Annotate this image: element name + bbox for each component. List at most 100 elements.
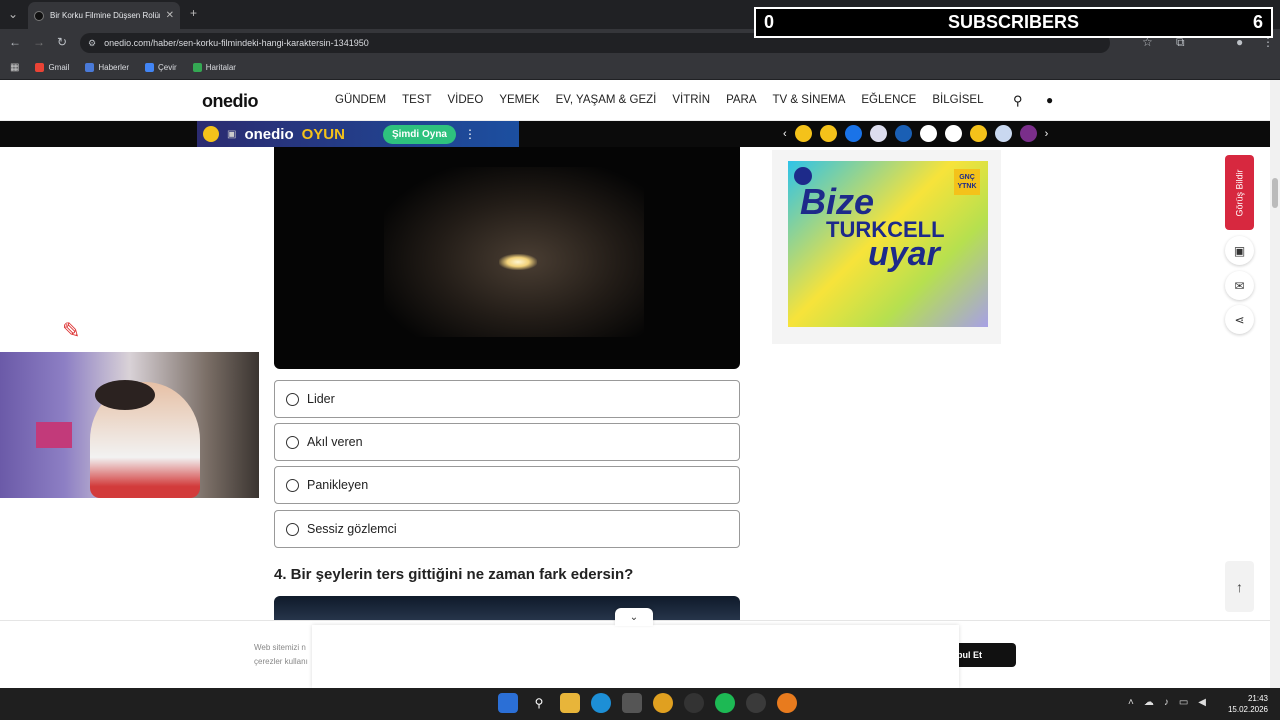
close-tab-icon[interactable]: ✕ — [166, 10, 174, 21]
pencil-logo-icon: ✎ — [62, 318, 81, 343]
back-icon[interactable]: ← — [9, 35, 21, 49]
answer-label: Panikleyen — [307, 478, 369, 492]
volume-icon[interactable]: ◀ — [1198, 697, 1206, 708]
menu-item-eglence[interactable]: EĞLENCE — [861, 94, 916, 106]
share-icon[interactable]: ⋖ — [1225, 305, 1254, 334]
badge-icon[interactable] — [894, 125, 912, 142]
browser-tab[interactable]: Bir Korku Filmine Düşsen Rolün ✕ — [28, 2, 180, 29]
play-now-button[interactable]: Şimdi Oyna — [382, 124, 456, 144]
edge-icon[interactable] — [591, 693, 611, 713]
answer-option[interactable]: Lider — [274, 380, 740, 418]
feedback-label: Görüş Bildir — [1234, 168, 1245, 217]
badge-icon[interactable] — [994, 125, 1012, 142]
microphone-icon[interactable]: ♪ — [1164, 697, 1169, 708]
search-icon[interactable]: ⚲ — [529, 693, 549, 713]
game-banner[interactable]: ▣ onedio OYUN Şimdi Oyna ⋮ — [197, 121, 519, 147]
chevron-down-icon[interactable]: ⌄ — [615, 608, 653, 626]
network-icon[interactable]: ▭ — [1179, 697, 1188, 708]
sticky-ad — [312, 625, 959, 688]
game-banner-logo: onedio — [244, 125, 294, 143]
bookmark-haberler[interactable]: Haberler — [85, 63, 129, 72]
question-title: 4. Bir şeylerin ters gittiğini ne zaman … — [274, 566, 634, 583]
store-icon[interactable] — [622, 693, 642, 713]
chrome-icon[interactable] — [653, 693, 673, 713]
menu-item-tv-sinema[interactable]: TV & SİNEMA — [773, 94, 846, 106]
reload-icon[interactable]: ↻ — [57, 35, 67, 49]
menu-item-yemek[interactable]: YEMEK — [499, 94, 539, 106]
subscriber-count-right: 6 — [1252, 12, 1263, 32]
game-banner-oyun: OYUN — [301, 125, 345, 143]
subscriber-label: SUBSCRIBERS — [947, 12, 1080, 32]
menu-item-gundem[interactable]: GÜNDEM — [335, 94, 386, 106]
bookmark-gmail[interactable]: Gmail — [35, 63, 69, 72]
radio-icon[interactable] — [286, 522, 299, 536]
bookmark-cevir[interactable]: Çevir — [145, 63, 177, 72]
emoji-icon[interactable] — [969, 125, 987, 142]
radio-icon[interactable] — [286, 392, 299, 406]
turkcell-ad[interactable]: GNÇ YTNK Bize TURKCELL uyar — [788, 161, 988, 327]
url-text: onedio.com/haber/sen-korku-filmindeki-ha… — [104, 38, 369, 48]
badge-icon[interactable] — [869, 125, 887, 142]
answer-label: Sessiz gözlemci — [307, 522, 397, 536]
answer-option[interactable]: Akıl veren — [274, 423, 740, 461]
menu-item-video[interactable]: VİDEO — [448, 94, 484, 106]
main-menu: GÜNDEM TEST VİDEO YEMEK EV, YAŞAM & GEZİ… — [335, 94, 984, 106]
apps-icon[interactable]: ▦ — [10, 62, 19, 73]
scrollbar-thumb[interactable] — [1272, 178, 1278, 208]
clock-date: 15.02.2026 — [1227, 705, 1268, 714]
new-tab-button[interactable]: + — [190, 6, 197, 20]
menu-item-test[interactable]: TEST — [402, 94, 431, 106]
quiz-image — [274, 147, 740, 369]
ad-line-3: uyar — [868, 235, 940, 273]
forward-icon[interactable]: → — [33, 35, 45, 49]
clock-time: 21:43 — [1247, 694, 1268, 703]
badge-icon[interactable] — [844, 125, 862, 142]
site-info-icon[interactable]: ⚙ — [88, 38, 96, 49]
menu-item-ev-yasam-gezi[interactable]: EV, YAŞAM & GEZİ — [556, 94, 657, 106]
scrollbar[interactable] — [1270, 80, 1280, 688]
comments-icon[interactable]: ✉ — [1225, 271, 1254, 300]
bookmark-haritalar[interactable]: Haritalar — [192, 63, 236, 72]
gamepad-icon: ▣ — [227, 128, 237, 140]
badge-icon[interactable] — [919, 125, 937, 142]
file-explorer-icon[interactable] — [560, 693, 580, 713]
tray-expand-icon[interactable]: ˄ — [1128, 697, 1134, 708]
radio-icon[interactable] — [286, 478, 299, 492]
app-icon[interactable] — [777, 693, 797, 713]
feedback-button[interactable]: Görüş Bildir — [1225, 155, 1254, 230]
badge-icon[interactable] — [944, 125, 962, 142]
taskbar-clock[interactable]: 21:43 15.02.2026 — [1226, 693, 1268, 715]
tab-search-icon[interactable]: ⌄ — [8, 7, 18, 21]
ad-badge: GNÇ YTNK — [954, 169, 980, 195]
chrome-active-icon[interactable] — [746, 693, 766, 713]
bookmark-add-icon[interactable]: ▣ — [1225, 236, 1254, 265]
windows-start-icon[interactable] — [498, 693, 518, 713]
onedio-logo[interactable]: onedio — [202, 91, 259, 112]
badge-icon[interactable] — [1019, 125, 1037, 142]
answer-option[interactable]: Sessiz gözlemci — [274, 510, 740, 548]
search-icon[interactable]: ⚲ — [1013, 93, 1023, 109]
favicon-icon — [34, 10, 44, 21]
reaction-carousel: ‹ › — [783, 125, 1048, 142]
subscriber-count-left: 0 — [764, 12, 775, 32]
radio-icon[interactable] — [286, 435, 299, 449]
emoji-sad-icon[interactable] — [794, 125, 812, 142]
menu-item-bilgisel[interactable]: BİLGİSEL — [932, 94, 983, 106]
cloud-icon[interactable]: ☁ — [1144, 697, 1154, 708]
menu-item-para[interactable]: PARA — [726, 94, 756, 106]
more-dots-icon[interactable]: ⋮ — [464, 127, 476, 141]
subscriber-counter-overlay: 0 SUBSCRIBERS 6 — [754, 7, 1273, 38]
spotify-icon[interactable] — [715, 693, 735, 713]
menu-item-vitrin[interactable]: VİTRİN — [672, 94, 710, 106]
carousel-prev-icon[interactable]: ‹ — [783, 128, 787, 140]
carousel-next-icon[interactable]: › — [1045, 128, 1049, 140]
scroll-to-top-button[interactable]: ↑ — [1225, 561, 1254, 612]
system-tray: ˄ ☁ ♪ ▭ ◀ — [1128, 697, 1206, 708]
smiley-icon — [203, 126, 219, 142]
obs-icon[interactable] — [684, 693, 704, 713]
answer-option[interactable]: Panikleyen — [274, 466, 740, 504]
emoji-happy-icon[interactable] — [819, 125, 837, 142]
webcam-overlay — [0, 352, 259, 498]
answer-label: Lider — [307, 392, 335, 406]
user-icon[interactable]: ● — [1046, 93, 1053, 107]
